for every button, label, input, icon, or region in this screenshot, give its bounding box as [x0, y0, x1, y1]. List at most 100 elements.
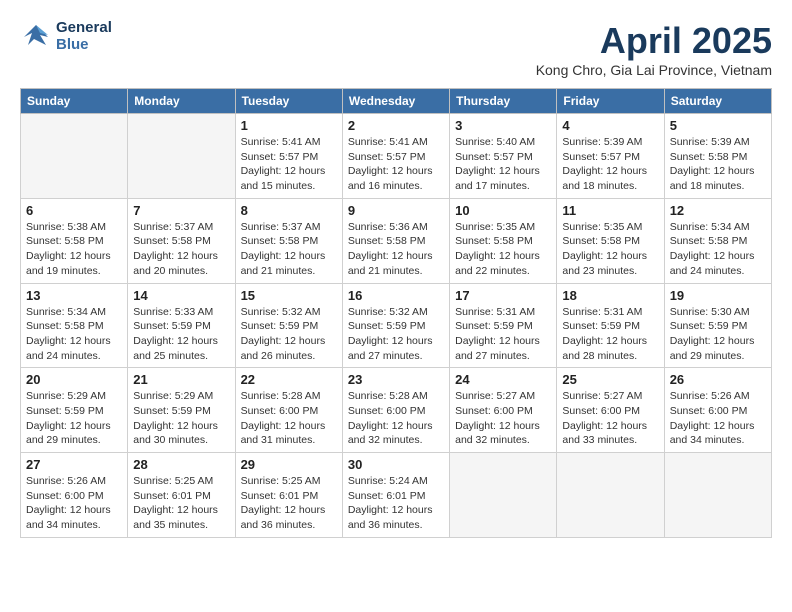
day-number: 17 — [455, 288, 551, 303]
location-subtitle: Kong Chro, Gia Lai Province, Vietnam — [536, 62, 772, 78]
day-info: Sunrise: 5:25 AMSunset: 6:01 PMDaylight:… — [241, 474, 337, 533]
day-info: Sunrise: 5:36 AMSunset: 5:58 PMDaylight:… — [348, 220, 444, 279]
weekday-header: Monday — [128, 89, 235, 114]
day-info: Sunrise: 5:34 AMSunset: 5:58 PMDaylight:… — [26, 305, 122, 364]
day-number: 15 — [241, 288, 337, 303]
day-info: Sunrise: 5:26 AMSunset: 6:00 PMDaylight:… — [670, 389, 766, 448]
day-number: 4 — [562, 118, 658, 133]
logo-icon — [20, 23, 52, 51]
day-info: Sunrise: 5:32 AMSunset: 5:59 PMDaylight:… — [241, 305, 337, 364]
calendar-day-cell: 5 Sunrise: 5:39 AMSunset: 5:58 PMDayligh… — [664, 114, 771, 199]
day-info: Sunrise: 5:25 AMSunset: 6:01 PMDaylight:… — [133, 474, 229, 533]
day-number: 19 — [670, 288, 766, 303]
calendar-week-row: 20 Sunrise: 5:29 AMSunset: 5:59 PMDaylig… — [21, 368, 772, 453]
day-number: 6 — [26, 203, 122, 218]
day-number: 1 — [241, 118, 337, 133]
calendar-day-cell: 1 Sunrise: 5:41 AMSunset: 5:57 PMDayligh… — [235, 114, 342, 199]
day-number: 24 — [455, 372, 551, 387]
calendar-day-cell: 24 Sunrise: 5:27 AMSunset: 6:00 PMDaylig… — [450, 368, 557, 453]
weekday-header: Tuesday — [235, 89, 342, 114]
day-info: Sunrise: 5:37 AMSunset: 5:58 PMDaylight:… — [133, 220, 229, 279]
calendar-day-cell — [128, 114, 235, 199]
calendar-day-cell: 10 Sunrise: 5:35 AMSunset: 5:58 PMDaylig… — [450, 198, 557, 283]
calendar-week-row: 6 Sunrise: 5:38 AMSunset: 5:58 PMDayligh… — [21, 198, 772, 283]
calendar-day-cell: 8 Sunrise: 5:37 AMSunset: 5:58 PMDayligh… — [235, 198, 342, 283]
day-info: Sunrise: 5:29 AMSunset: 5:59 PMDaylight:… — [133, 389, 229, 448]
day-number: 3 — [455, 118, 551, 133]
day-number: 30 — [348, 457, 444, 472]
day-number: 22 — [241, 372, 337, 387]
calendar-day-cell — [450, 453, 557, 538]
day-number: 21 — [133, 372, 229, 387]
day-number: 8 — [241, 203, 337, 218]
page-header: General Blue April 2025 Kong Chro, Gia L… — [20, 20, 772, 78]
calendar-day-cell: 6 Sunrise: 5:38 AMSunset: 5:58 PMDayligh… — [21, 198, 128, 283]
day-number: 29 — [241, 457, 337, 472]
day-info: Sunrise: 5:41 AMSunset: 5:57 PMDaylight:… — [348, 135, 444, 194]
day-number: 27 — [26, 457, 122, 472]
calendar-week-row: 27 Sunrise: 5:26 AMSunset: 6:00 PMDaylig… — [21, 453, 772, 538]
calendar-day-cell: 23 Sunrise: 5:28 AMSunset: 6:00 PMDaylig… — [342, 368, 449, 453]
day-info: Sunrise: 5:31 AMSunset: 5:59 PMDaylight:… — [455, 305, 551, 364]
calendar-day-cell: 17 Sunrise: 5:31 AMSunset: 5:59 PMDaylig… — [450, 283, 557, 368]
day-info: Sunrise: 5:41 AMSunset: 5:57 PMDaylight:… — [241, 135, 337, 194]
day-number: 20 — [26, 372, 122, 387]
day-info: Sunrise: 5:30 AMSunset: 5:59 PMDaylight:… — [670, 305, 766, 364]
day-info: Sunrise: 5:35 AMSunset: 5:58 PMDaylight:… — [562, 220, 658, 279]
calendar-day-cell: 22 Sunrise: 5:28 AMSunset: 6:00 PMDaylig… — [235, 368, 342, 453]
weekday-header: Thursday — [450, 89, 557, 114]
day-number: 12 — [670, 203, 766, 218]
day-number: 11 — [562, 203, 658, 218]
day-info: Sunrise: 5:26 AMSunset: 6:00 PMDaylight:… — [26, 474, 122, 533]
weekday-header: Saturday — [664, 89, 771, 114]
calendar-day-cell: 18 Sunrise: 5:31 AMSunset: 5:59 PMDaylig… — [557, 283, 664, 368]
day-info: Sunrise: 5:39 AMSunset: 5:58 PMDaylight:… — [670, 135, 766, 194]
calendar-day-cell: 30 Sunrise: 5:24 AMSunset: 6:01 PMDaylig… — [342, 453, 449, 538]
calendar-header-row: SundayMondayTuesdayWednesdayThursdayFrid… — [21, 89, 772, 114]
day-info: Sunrise: 5:24 AMSunset: 6:01 PMDaylight:… — [348, 474, 444, 533]
day-info: Sunrise: 5:37 AMSunset: 5:58 PMDaylight:… — [241, 220, 337, 279]
day-number: 28 — [133, 457, 229, 472]
calendar-day-cell: 29 Sunrise: 5:25 AMSunset: 6:01 PMDaylig… — [235, 453, 342, 538]
calendar-day-cell: 19 Sunrise: 5:30 AMSunset: 5:59 PMDaylig… — [664, 283, 771, 368]
day-number: 10 — [455, 203, 551, 218]
day-info: Sunrise: 5:38 AMSunset: 5:58 PMDaylight:… — [26, 220, 122, 279]
calendar-day-cell: 27 Sunrise: 5:26 AMSunset: 6:00 PMDaylig… — [21, 453, 128, 538]
calendar-day-cell: 13 Sunrise: 5:34 AMSunset: 5:58 PMDaylig… — [21, 283, 128, 368]
day-info: Sunrise: 5:34 AMSunset: 5:58 PMDaylight:… — [670, 220, 766, 279]
calendar-day-cell — [664, 453, 771, 538]
day-number: 2 — [348, 118, 444, 133]
calendar-day-cell: 2 Sunrise: 5:41 AMSunset: 5:57 PMDayligh… — [342, 114, 449, 199]
calendar-day-cell — [557, 453, 664, 538]
day-number: 18 — [562, 288, 658, 303]
day-info: Sunrise: 5:39 AMSunset: 5:57 PMDaylight:… — [562, 135, 658, 194]
logo: General Blue — [20, 20, 112, 53]
day-info: Sunrise: 5:28 AMSunset: 6:00 PMDaylight:… — [241, 389, 337, 448]
calendar-day-cell: 20 Sunrise: 5:29 AMSunset: 5:59 PMDaylig… — [21, 368, 128, 453]
day-number: 16 — [348, 288, 444, 303]
calendar-day-cell: 15 Sunrise: 5:32 AMSunset: 5:59 PMDaylig… — [235, 283, 342, 368]
calendar-day-cell: 21 Sunrise: 5:29 AMSunset: 5:59 PMDaylig… — [128, 368, 235, 453]
day-info: Sunrise: 5:35 AMSunset: 5:58 PMDaylight:… — [455, 220, 551, 279]
day-number: 9 — [348, 203, 444, 218]
day-info: Sunrise: 5:27 AMSunset: 6:00 PMDaylight:… — [562, 389, 658, 448]
day-info: Sunrise: 5:28 AMSunset: 6:00 PMDaylight:… — [348, 389, 444, 448]
calendar-day-cell — [21, 114, 128, 199]
calendar-day-cell: 26 Sunrise: 5:26 AMSunset: 6:00 PMDaylig… — [664, 368, 771, 453]
day-info: Sunrise: 5:29 AMSunset: 5:59 PMDaylight:… — [26, 389, 122, 448]
weekday-header: Wednesday — [342, 89, 449, 114]
calendar-day-cell: 11 Sunrise: 5:35 AMSunset: 5:58 PMDaylig… — [557, 198, 664, 283]
day-number: 25 — [562, 372, 658, 387]
weekday-header: Sunday — [21, 89, 128, 114]
day-number: 13 — [26, 288, 122, 303]
calendar-day-cell: 14 Sunrise: 5:33 AMSunset: 5:59 PMDaylig… — [128, 283, 235, 368]
calendar-day-cell: 12 Sunrise: 5:34 AMSunset: 5:58 PMDaylig… — [664, 198, 771, 283]
calendar-day-cell: 3 Sunrise: 5:40 AMSunset: 5:57 PMDayligh… — [450, 114, 557, 199]
day-info: Sunrise: 5:33 AMSunset: 5:59 PMDaylight:… — [133, 305, 229, 364]
day-info: Sunrise: 5:27 AMSunset: 6:00 PMDaylight:… — [455, 389, 551, 448]
calendar-day-cell: 25 Sunrise: 5:27 AMSunset: 6:00 PMDaylig… — [557, 368, 664, 453]
month-year-title: April 2025 — [536, 20, 772, 62]
calendar-day-cell: 28 Sunrise: 5:25 AMSunset: 6:01 PMDaylig… — [128, 453, 235, 538]
day-number: 14 — [133, 288, 229, 303]
calendar-day-cell: 4 Sunrise: 5:39 AMSunset: 5:57 PMDayligh… — [557, 114, 664, 199]
